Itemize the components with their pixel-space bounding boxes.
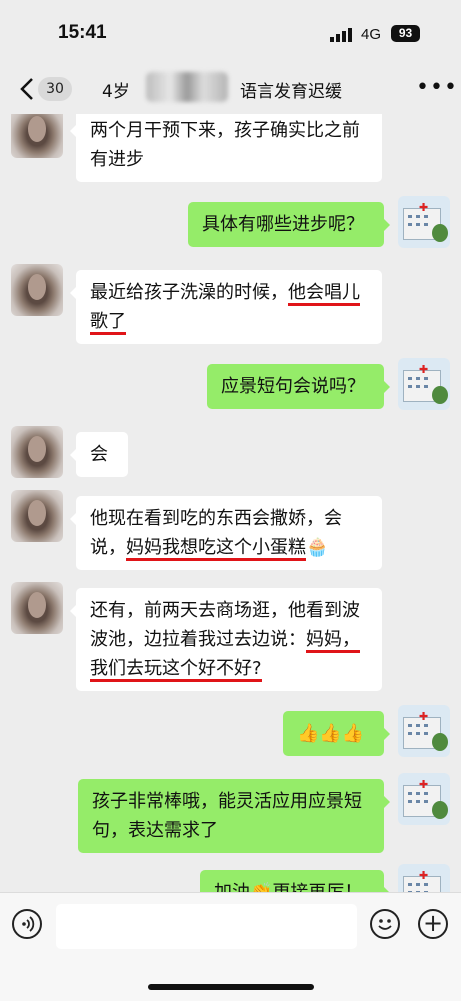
cupcake-emoji: 🧁 (306, 537, 329, 558)
message-bubble-sent[interactable]: 应景短句会说吗？ (207, 364, 390, 409)
message-bubble-received[interactable]: 还有，前两天去商场逛，他看到波波池，边拉着我过去边说：妈妈，我们去玩这个好不好? (70, 588, 382, 691)
underlined-text: 妈 (306, 629, 324, 653)
voice-input-icon[interactable] (12, 909, 42, 939)
contact-avatar[interactable] (11, 114, 63, 158)
message-bubble-sent[interactable]: 👍👍👍 (283, 711, 390, 756)
message-text: 加油👏更接再厉！ (214, 882, 362, 892)
signal-icon (330, 28, 352, 42)
unread-count-badge[interactable]: 30 (38, 77, 72, 101)
contact-avatar[interactable] (11, 426, 63, 478)
message-bubble-sent[interactable]: 具体有哪些进步呢？ (188, 202, 390, 247)
status-bar: 15:41 4G 93 (0, 0, 461, 64)
chat-header: 30 4岁 语言发育迟缓 ••• (0, 64, 461, 114)
message-text: 应景短句会说吗？ (221, 376, 365, 397)
status-time: 15:41 (58, 22, 107, 43)
message-text: 最近给孩子洗澡的时候， (90, 282, 288, 303)
message-input[interactable] (56, 904, 357, 949)
message-bubble-received[interactable]: 最近给孩子洗澡的时候，他会唱儿歌了 (70, 270, 382, 344)
add-icon[interactable]: + (418, 909, 448, 939)
message-text: 会 (90, 444, 108, 465)
message-text: 两个月干预下来，孩子确实比之前有进步 (90, 120, 360, 170)
blurred-name (146, 72, 228, 102)
my-avatar[interactable]: ✚ (398, 773, 450, 825)
message-bubble-received[interactable]: 两个月干预下来，孩子确实比之前有进步 (70, 114, 382, 182)
more-icon[interactable]: ••• (416, 75, 458, 100)
underlined-text: 他会唱 (288, 282, 342, 306)
message-bubble-sent[interactable]: 孩子非常棒哦，能灵活应用应景短句，表达需求了 (78, 779, 390, 853)
battery-icon: 93 (391, 25, 420, 42)
my-avatar[interactable]: ✚ (398, 358, 450, 410)
home-indicator (148, 984, 314, 990)
contact-avatar[interactable] (11, 264, 63, 316)
message-bubble-received[interactable]: 他现在看到吃的东西会撒娇，会说，妈妈我想吃这个小蛋糕🧁 (70, 496, 382, 570)
network-type: 4G (361, 26, 382, 43)
message-text: 孩子非常棒哦，能灵活应用应景短句，表达需求了 (92, 791, 362, 841)
my-avatar[interactable]: ✚ (398, 196, 450, 248)
my-avatar[interactable]: ✚ (398, 864, 450, 892)
my-avatar[interactable]: ✚ (398, 705, 450, 757)
message-bubble-received[interactable]: 会 (70, 432, 128, 477)
message-text: 具体有哪些进步呢？ (202, 214, 364, 235)
contact-avatar[interactable] (11, 490, 63, 542)
chat-messages[interactable]: 两个月干预下来，孩子确实比之前有进步 ✚ 具体有哪些进步呢？ 最近给孩子洗澡的时… (0, 114, 461, 892)
contact-avatar[interactable] (11, 582, 63, 634)
back-icon[interactable] (16, 76, 40, 102)
underlined-text: 妈妈我想吃这个小蛋糕 (126, 537, 306, 561)
emoji-icon[interactable] (370, 909, 400, 939)
message-bubble-sent[interactable]: 加油👏更接再厉！ (200, 870, 390, 892)
chat-title-suffix: 语言发育迟缓 (240, 82, 342, 102)
chat-title-prefix: 4岁 (102, 82, 130, 102)
message-text: 👍👍👍 (297, 723, 365, 744)
